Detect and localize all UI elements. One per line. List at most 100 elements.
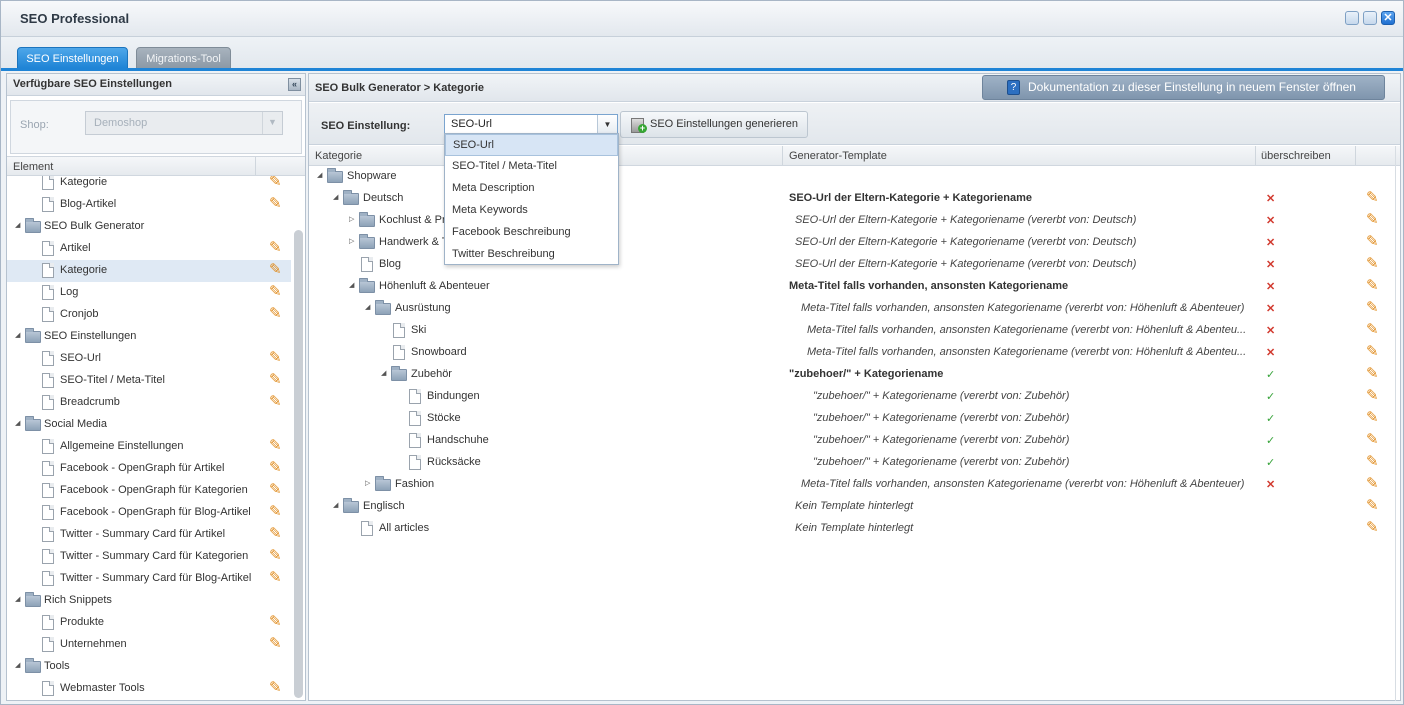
expand-arrow-icon[interactable]: ◢ — [15, 332, 23, 340]
grid-row[interactable]: ▷ Fashion Meta-Titel falls vorhanden, anso… — [309, 474, 1400, 496]
pencil-icon[interactable]: ✎ — [269, 350, 283, 366]
pencil-icon[interactable]: ✎ — [269, 460, 283, 476]
tree-item[interactable]: Twitter - Summary Card für Artikel ✎ — [7, 524, 291, 546]
grid-row[interactable]: ◢ Englisch Kein Template hinterlegt ✎ — [309, 496, 1400, 518]
override-on-icon[interactable]: ✓ — [1266, 390, 1275, 403]
minimize-button[interactable] — [1345, 11, 1359, 25]
override-off-icon[interactable]: ✕ — [1266, 236, 1275, 249]
tree-item[interactable]: Blog-Artikel ✎ — [7, 194, 291, 216]
tree-item[interactable]: Twitter - Summary Card für Kategorien ✎ — [7, 546, 291, 568]
grid-row[interactable]: Snowboard Meta-Titel falls vorhanden, ans… — [309, 342, 1400, 364]
override-off-icon[interactable]: ✕ — [1266, 302, 1275, 315]
grid-row[interactable]: ◢ Ausrüstung Meta-Titel falls vorhanden, a… — [309, 298, 1400, 320]
override-off-icon[interactable]: ✕ — [1266, 478, 1275, 491]
tree-item[interactable]: Allgemeine Einstellungen ✎ — [7, 436, 291, 458]
tree-item[interactable]: Webmaster Tools ✎ — [7, 678, 291, 700]
pencil-icon[interactable]: ✎ — [1366, 454, 1380, 470]
pencil-icon[interactable]: ✎ — [1366, 410, 1380, 426]
pencil-icon[interactable]: ✎ — [1366, 432, 1380, 448]
pencil-icon[interactable]: ✎ — [1366, 520, 1380, 536]
grid-row[interactable]: Rücksäcke "zubehoer/" + Kategoriename (ve… — [309, 452, 1400, 474]
maximize-button[interactable] — [1363, 11, 1377, 25]
expand-arrow-icon[interactable]: ◢ — [381, 370, 389, 378]
pencil-icon[interactable]: ✎ — [269, 482, 283, 498]
override-off-icon[interactable]: ✕ — [1266, 280, 1275, 293]
expand-arrow-icon[interactable]: ◢ — [349, 282, 357, 290]
pencil-icon[interactable]: ✎ — [269, 570, 283, 586]
override-on-icon[interactable]: ✓ — [1266, 434, 1275, 447]
pencil-icon[interactable]: ✎ — [1366, 498, 1380, 514]
dropdown-option[interactable]: Meta Keywords — [445, 200, 618, 222]
tab-seo-einstellungen[interactable]: SEO Einstellungen — [17, 47, 128, 69]
pencil-icon[interactable]: ✎ — [269, 240, 283, 256]
tree-item[interactable]: Log ✎ — [7, 282, 291, 304]
pencil-icon[interactable]: ✎ — [1366, 278, 1380, 294]
expand-arrow-icon[interactable]: ◢ — [333, 502, 341, 510]
pencil-icon[interactable]: ✎ — [269, 438, 283, 454]
expand-arrow-icon[interactable]: ◢ — [15, 222, 23, 230]
override-on-icon[interactable]: ✓ — [1266, 412, 1275, 425]
grid-row[interactable]: ◢ Zubehör "zubehoer/" + Kategoriename ✓ ✎ — [309, 364, 1400, 386]
grid-row[interactable]: Handschuhe "zubehoer/" + Kategoriename (v… — [309, 430, 1400, 452]
expand-arrow-icon[interactable]: ◢ — [365, 304, 373, 312]
grid-row[interactable]: Bindungen "zubehoer/" + Kategoriename (ve… — [309, 386, 1400, 408]
expand-arrow-icon[interactable]: ◢ — [15, 420, 23, 428]
pencil-icon[interactable]: ✎ — [1366, 256, 1380, 272]
pencil-icon[interactable]: ✎ — [269, 504, 283, 520]
override-off-icon[interactable]: ✕ — [1266, 324, 1275, 337]
column-kategorie[interactable]: Kategorie — [315, 150, 362, 162]
pencil-icon[interactable]: ✎ — [269, 262, 283, 278]
tree-item[interactable]: Facebook - OpenGraph für Artikel ✎ — [7, 458, 291, 480]
override-on-icon[interactable]: ✓ — [1266, 456, 1275, 469]
chevron-down-icon[interactable]: ▼ — [597, 115, 617, 134]
grid-row[interactable]: ◢ Höhenluft & Abenteuer Meta-Titel falls v… — [309, 276, 1400, 298]
expand-arrow-icon[interactable]: ◢ — [15, 662, 23, 670]
pencil-icon[interactable]: ✎ — [1366, 388, 1380, 404]
tree-item[interactable]: Facebook - OpenGraph für Blog-Artikel ✎ — [7, 502, 291, 524]
pencil-icon[interactable]: ✎ — [269, 306, 283, 322]
pencil-icon[interactable]: ✎ — [269, 526, 283, 542]
tree-item[interactable]: Facebook - OpenGraph für Kategorien ✎ — [7, 480, 291, 502]
pencil-icon[interactable]: ✎ — [1366, 344, 1380, 360]
tab-migrations-tool[interactable]: Migrations-Tool — [136, 47, 231, 69]
tree-item[interactable]: Breadcrumb ✎ — [7, 392, 291, 414]
tree-item[interactable]: ◢ SEO Bulk Generator — [7, 216, 291, 238]
dropdown-option[interactable]: Facebook Beschreibung — [445, 222, 618, 244]
tree-item[interactable]: ◢ Social Media — [7, 414, 291, 436]
dropdown-option[interactable]: Meta Description — [445, 178, 618, 200]
pencil-icon[interactable]: ✎ — [269, 176, 283, 190]
pencil-icon[interactable]: ✎ — [269, 196, 283, 212]
pencil-icon[interactable]: ✎ — [269, 394, 283, 410]
pencil-icon[interactable]: ✎ — [269, 548, 283, 564]
tree-item[interactable]: Kategorie ✎ — [7, 260, 291, 282]
expand-arrow-icon[interactable]: ◢ — [333, 194, 341, 202]
expand-arrow-icon[interactable]: ◢ — [15, 596, 23, 604]
collapse-panel-button[interactable]: « — [288, 78, 301, 91]
chevron-down-icon[interactable]: ▼ — [262, 112, 282, 134]
pencil-icon[interactable]: ✎ — [1366, 234, 1380, 250]
override-off-icon[interactable]: ✕ — [1266, 258, 1275, 271]
pencil-icon[interactable]: ✎ — [269, 284, 283, 300]
column-ueberschreiben[interactable]: überschreiben — [1261, 150, 1331, 162]
override-off-icon[interactable]: ✕ — [1266, 346, 1275, 359]
pencil-icon[interactable]: ✎ — [1366, 476, 1380, 492]
tree-item[interactable]: Cronjob ✎ — [7, 304, 291, 326]
dropdown-option[interactable]: SEO-Titel / Meta-Titel — [445, 156, 618, 178]
tree-item[interactable]: Artikel ✎ — [7, 238, 291, 260]
column-generator-template[interactable]: Generator-Template — [789, 150, 887, 162]
grid-row[interactable]: Ski Meta-Titel falls vorhanden, ansonsten… — [309, 320, 1400, 342]
tree-item[interactable]: SEO-Url ✎ — [7, 348, 291, 370]
close-button[interactable]: ✕ — [1381, 11, 1395, 25]
tree-item[interactable]: Kategorie ✎ — [7, 176, 291, 194]
tree-item[interactable]: Unternehmen ✎ — [7, 634, 291, 656]
tree-item[interactable]: ◢ Tools — [7, 656, 291, 678]
tree-item[interactable]: Produkte ✎ — [7, 612, 291, 634]
pencil-icon[interactable]: ✎ — [1366, 190, 1380, 206]
override-on-icon[interactable]: ✓ — [1266, 368, 1275, 381]
dropdown-option[interactable]: SEO-Url — [445, 134, 618, 156]
tree-scrollbar[interactable] — [294, 230, 303, 698]
seo-setting-select[interactable]: SEO-Url ▼ — [444, 114, 618, 135]
grid-row[interactable]: Stöcke "zubehoer/" + Kategoriename (verer… — [309, 408, 1400, 430]
expand-arrow-icon[interactable]: ▷ — [349, 216, 357, 224]
pencil-icon[interactable]: ✎ — [1366, 322, 1380, 338]
